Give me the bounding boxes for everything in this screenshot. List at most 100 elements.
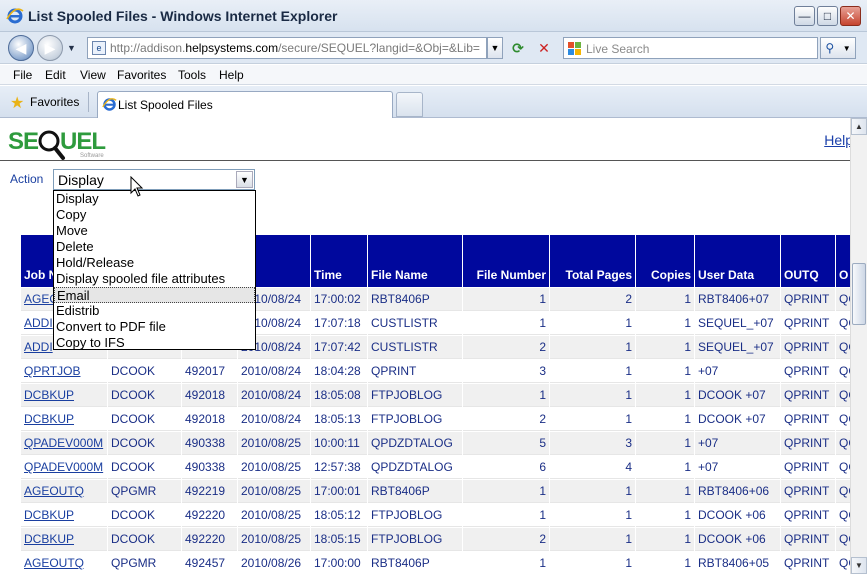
cell-number: 490338 xyxy=(182,456,237,479)
table-row: QPRTJOB DCOOK 492017 2010/08/24 18:04:28 QPRI… xyxy=(21,360,850,383)
table-row: QPADEV000M DCOOK 490338 2010/08/25 12:57:38 Q… xyxy=(21,456,850,479)
cell-job-name[interactable]: QPADEV000M xyxy=(21,456,107,479)
cell-job-name[interactable]: DCBKUP xyxy=(21,384,107,407)
favorites-star-icon[interactable]: ★ xyxy=(10,93,24,113)
cell-outq-library: QG xyxy=(836,432,850,455)
cell-job-name[interactable]: AGEOUTQ xyxy=(21,552,107,574)
forward-button[interactable]: ▶ xyxy=(37,35,63,61)
url-text[interactable]: http://addison.helpsystems.com/secure/SE… xyxy=(110,41,480,55)
refresh-icon[interactable]: ⟳ xyxy=(507,37,529,59)
favorites-button[interactable]: Favorites xyxy=(30,95,79,109)
vertical-scrollbar[interactable]: ▲ ▼ xyxy=(850,118,867,574)
cell-file-name: QPDZDTALOG xyxy=(368,432,462,455)
cell-user: DCOOK xyxy=(108,504,181,527)
column-header-file-name[interactable]: File Name xyxy=(368,235,462,287)
cell-total-pages: 2 xyxy=(550,288,635,311)
dropdown-option-copy[interactable]: Copy xyxy=(54,207,255,223)
dropdown-option-convert-to-pdf-file[interactable]: Convert to PDF file xyxy=(54,319,255,335)
cell-job-name[interactable]: AGEOUTQ xyxy=(21,480,107,503)
column-header-copies[interactable]: Copies xyxy=(636,235,694,287)
cell-job-name[interactable]: DCBKUP xyxy=(21,408,107,431)
dropdown-option-delete[interactable]: Delete xyxy=(54,239,255,255)
cell-outq-library: QG xyxy=(836,528,850,551)
back-button[interactable]: ◀ xyxy=(8,35,34,61)
dropdown-option-display-spooled-file-attributes[interactable]: Display spooled file attributes xyxy=(54,271,255,287)
address-bar[interactable]: e http://addison.helpsystems.com/secure/… xyxy=(87,37,487,59)
table-row: QPADEV000M DCOOK 490338 2010/08/25 10:00:11 Q… xyxy=(21,432,850,455)
action-select[interactable]: Display ▼ xyxy=(53,169,255,190)
tab-label: List Spooled Files xyxy=(118,98,213,112)
search-options-icon[interactable]: ▼ xyxy=(843,44,851,53)
cell-job-name[interactable]: DCBKUP xyxy=(21,504,107,527)
cell-file-number: 2 xyxy=(463,528,549,551)
address-dropdown-icon[interactable]: ▼ xyxy=(487,37,503,59)
menu-file[interactable]: File xyxy=(13,68,32,82)
menu-tools[interactable]: Tools xyxy=(178,68,206,82)
column-header-total-pages[interactable]: Total Pages xyxy=(550,235,635,287)
scroll-thumb[interactable] xyxy=(852,263,866,325)
cell-copies: 1 xyxy=(636,432,694,455)
cell-total-pages: 1 xyxy=(550,480,635,503)
page-icon: e xyxy=(92,41,106,55)
help-link[interactable]: Help xyxy=(824,132,853,148)
tab-list-spooled-files[interactable]: List Spooled Files xyxy=(97,91,393,118)
cell-total-pages: 1 xyxy=(550,336,635,359)
column-header-user-data[interactable]: User Data xyxy=(695,235,780,287)
chevron-down-icon[interactable]: ▼ xyxy=(236,171,253,188)
dropdown-option-copy-to-ifs[interactable]: Copy to IFS xyxy=(54,335,255,351)
cell-number: 492220 xyxy=(182,528,237,551)
search-button[interactable]: ⚲ ▼ xyxy=(820,37,856,59)
close-button[interactable]: ✕ xyxy=(840,6,861,26)
minimize-button[interactable]: — xyxy=(794,6,815,26)
cell-time: 17:00:01 xyxy=(311,480,367,503)
cell-outq-library: QG xyxy=(836,360,850,383)
scroll-down-icon[interactable]: ▼ xyxy=(851,557,867,574)
column-header-time[interactable]: Time xyxy=(311,235,367,287)
cell-file-number: 5 xyxy=(463,432,549,455)
cell-number: 492219 xyxy=(182,480,237,503)
cell-user-data: DCOOK +06 xyxy=(695,528,780,551)
menu-help[interactable]: Help xyxy=(219,68,244,82)
page-content: SE UEL Software Help Action Display ▼ Di… xyxy=(0,118,867,574)
dropdown-option-email[interactable]: Email xyxy=(54,287,255,303)
cell-date: 2010/08/25 xyxy=(238,480,310,503)
dropdown-option-hold-release[interactable]: Hold/Release xyxy=(54,255,255,271)
cell-file-number: 1 xyxy=(463,480,549,503)
cell-file-name: RBT8406P xyxy=(368,480,462,503)
menu-view[interactable]: View xyxy=(80,68,106,82)
dropdown-option-edistrib[interactable]: Edistrib xyxy=(54,303,255,319)
maximize-button[interactable]: □ xyxy=(817,6,838,26)
cell-number: 492017 xyxy=(182,360,237,383)
cell-outq: QPRINT xyxy=(781,480,835,503)
stop-icon[interactable]: ✕ xyxy=(533,37,555,59)
cell-time: 18:05:08 xyxy=(311,384,367,407)
search-input[interactable]: Live Search xyxy=(563,37,818,59)
column-header-outq[interactable]: OUTQ xyxy=(781,235,835,287)
cell-copies: 1 xyxy=(636,288,694,311)
cell-copies: 1 xyxy=(636,528,694,551)
scroll-up-icon[interactable]: ▲ xyxy=(851,118,867,135)
cell-date: 2010/08/26 xyxy=(238,552,310,574)
ie-tab-icon xyxy=(102,98,117,111)
cell-number: 492018 xyxy=(182,384,237,407)
cell-copies: 1 xyxy=(636,480,694,503)
column-header-file-number[interactable]: File Number xyxy=(463,235,549,287)
cell-user-data: SEQUEL_+07 xyxy=(695,336,780,359)
cell-user: DCOOK xyxy=(108,432,181,455)
cell-outq: QPRINT xyxy=(781,504,835,527)
cell-user-data: DCOOK +06 xyxy=(695,504,780,527)
menu-edit[interactable]: Edit xyxy=(45,68,66,82)
dropdown-option-display[interactable]: Display xyxy=(54,191,255,207)
cell-file-name: FTPJOBLOG xyxy=(368,408,462,431)
column-header-outq-library[interactable]: O Li xyxy=(836,235,850,287)
sequel-logo: SE UEL Software xyxy=(8,128,106,160)
cell-job-name[interactable]: QPRTJOB xyxy=(21,360,107,383)
cell-job-name[interactable]: QPADEV000M xyxy=(21,432,107,455)
history-dropdown-icon[interactable]: ▼ xyxy=(67,43,76,53)
cell-file-number: 2 xyxy=(463,336,549,359)
new-tab-button[interactable] xyxy=(396,92,423,117)
dropdown-option-move[interactable]: Move xyxy=(54,223,255,239)
menu-favorites[interactable]: Favorites xyxy=(117,68,166,82)
cell-job-name[interactable]: DCBKUP xyxy=(21,528,107,551)
cell-user-data: DCOOK +07 xyxy=(695,408,780,431)
